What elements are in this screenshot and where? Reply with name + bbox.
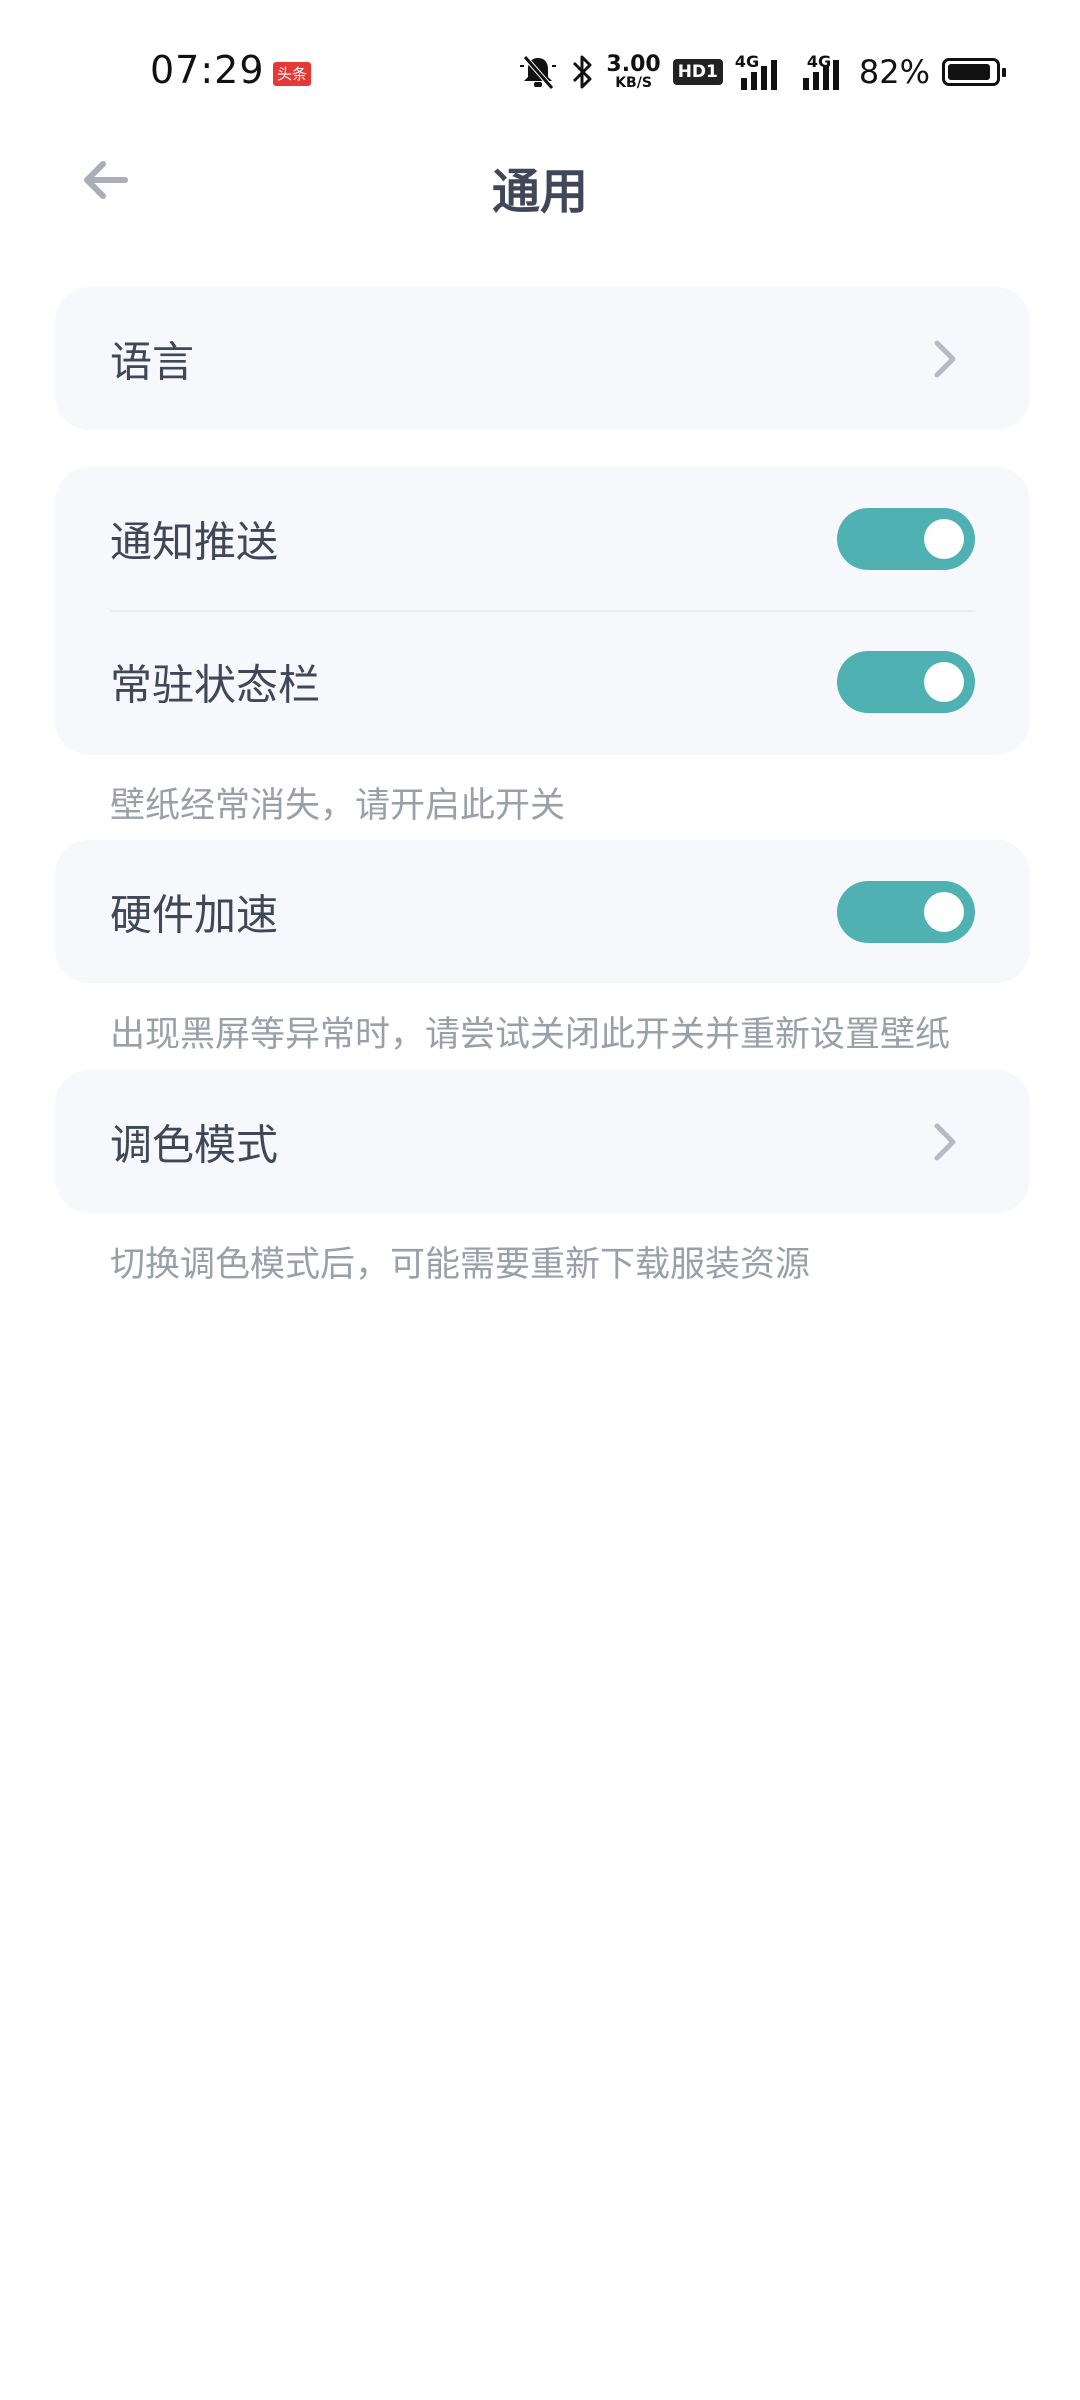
app-notification-badge: 头条 bbox=[273, 62, 311, 86]
hardware-accel-row: 硬件加速 bbox=[55, 840, 1030, 983]
language-card: 语言 bbox=[55, 287, 1030, 430]
color-mode-label: 调色模式 bbox=[110, 1120, 279, 1169]
settings-general-screen: 07:29 头条 3.00 KB/S HD1 4G 4G 82% 通用 语言 通… bbox=[0, 0, 1080, 2400]
color-mode-hint: 切换调色模式后，可能需要重新下载服装资源 bbox=[110, 1245, 811, 1285]
signal-icon-2: 4G bbox=[797, 52, 847, 92]
status-icons: 3.00 KB/S HD1 4G 4G 82% bbox=[518, 50, 1006, 94]
status-bar: 07:29 头条 3.00 KB/S HD1 4G 4G 82% bbox=[0, 0, 1080, 120]
network-speed-value: 3.00 bbox=[606, 52, 661, 77]
signal-icon: 4G bbox=[735, 52, 785, 92]
chevron-right-icon bbox=[930, 1120, 960, 1164]
page-title: 通用 bbox=[491, 164, 588, 220]
notification-push-label: 通知推送 bbox=[110, 517, 279, 566]
resident-statusbar-toggle[interactable] bbox=[837, 650, 975, 713]
color-mode-card: 调色模式 bbox=[55, 1070, 1030, 1213]
battery-icon bbox=[942, 58, 1006, 86]
mute-icon bbox=[518, 52, 558, 92]
page-header: 通用 bbox=[0, 130, 1080, 230]
network-speed-unit: KB/S bbox=[615, 75, 652, 91]
hardware-accel-card: 硬件加速 bbox=[55, 840, 1030, 983]
resident-statusbar-row: 常驻状态栏 bbox=[55, 610, 1030, 753]
network-speed: 3.00 KB/S bbox=[606, 52, 661, 91]
language-row[interactable]: 语言 bbox=[55, 287, 1030, 430]
notification-push-row: 通知推送 bbox=[55, 467, 1030, 610]
language-label: 语言 bbox=[110, 337, 195, 386]
hardware-accel-toggle[interactable] bbox=[837, 880, 975, 943]
battery-percent: 82% bbox=[858, 53, 930, 91]
notification-push-toggle[interactable] bbox=[837, 507, 975, 570]
resident-statusbar-hint: 壁纸经常消失，请开启此开关 bbox=[110, 786, 566, 826]
notification-card: 通知推送 常驻状态栏 bbox=[55, 467, 1030, 755]
chevron-right-icon bbox=[930, 337, 960, 381]
hd-call-icon: HD1 bbox=[672, 59, 723, 85]
color-mode-row[interactable]: 调色模式 bbox=[55, 1070, 1030, 1213]
bluetooth-icon bbox=[570, 53, 594, 91]
hardware-accel-hint: 出现黑屏等异常时，请尝试关闭此开关并重新设置壁纸 bbox=[110, 1015, 951, 1055]
resident-statusbar-label: 常驻状态栏 bbox=[110, 660, 321, 709]
hardware-accel-label: 硬件加速 bbox=[110, 890, 279, 939]
status-time: 07:29 bbox=[150, 48, 265, 92]
